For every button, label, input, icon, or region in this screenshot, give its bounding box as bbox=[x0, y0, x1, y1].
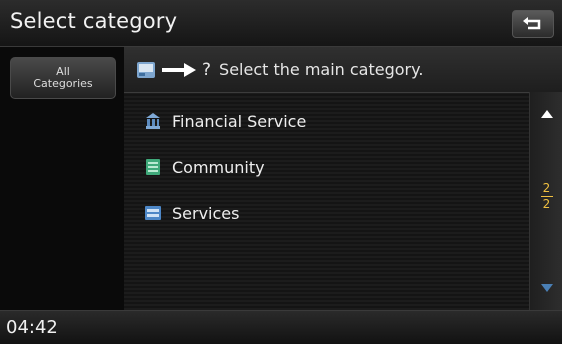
scroll-up-button[interactable] bbox=[530, 96, 562, 132]
instruction-text: Select the main category. bbox=[219, 60, 424, 79]
tab-all-categories[interactable]: All Categories bbox=[10, 57, 116, 99]
back-button[interactable] bbox=[512, 10, 554, 38]
list-item-label: Services bbox=[172, 203, 240, 223]
sidebar: All Categories bbox=[0, 47, 124, 310]
status-bar: 04:42 bbox=[0, 310, 562, 344]
arrow-right-icon bbox=[162, 62, 196, 77]
list-item-label: Financial Service bbox=[172, 111, 307, 131]
clock: 04:42 bbox=[6, 317, 58, 338]
back-arrow-icon bbox=[523, 17, 541, 30]
category-list: Financial Service Community Services bbox=[140, 98, 525, 236]
community-icon bbox=[146, 159, 160, 175]
list-item-community[interactable]: Community bbox=[140, 144, 525, 190]
list-item-label: Community bbox=[172, 157, 265, 177]
list-item-financial-service[interactable]: Financial Service bbox=[140, 98, 525, 144]
page-title: Select category bbox=[10, 9, 178, 33]
page-indicator: 2 2 bbox=[530, 182, 562, 211]
scroll-down-button[interactable] bbox=[530, 270, 562, 306]
bank-icon bbox=[146, 113, 160, 129]
header-bar: Select category bbox=[0, 0, 562, 47]
instruction-bar: ? Select the main category. bbox=[124, 47, 562, 93]
question-mark: ? bbox=[202, 59, 212, 80]
services-icon bbox=[145, 206, 161, 220]
scrollbar[interactable]: 2 2 bbox=[529, 92, 562, 310]
category-folder-icon bbox=[137, 61, 155, 78]
page-current: 2 bbox=[542, 181, 551, 195]
list-item-services[interactable]: Services bbox=[140, 190, 525, 236]
page-total: 2 bbox=[542, 197, 551, 211]
triangle-up-icon bbox=[540, 110, 553, 118]
triangle-down-icon bbox=[540, 284, 553, 292]
